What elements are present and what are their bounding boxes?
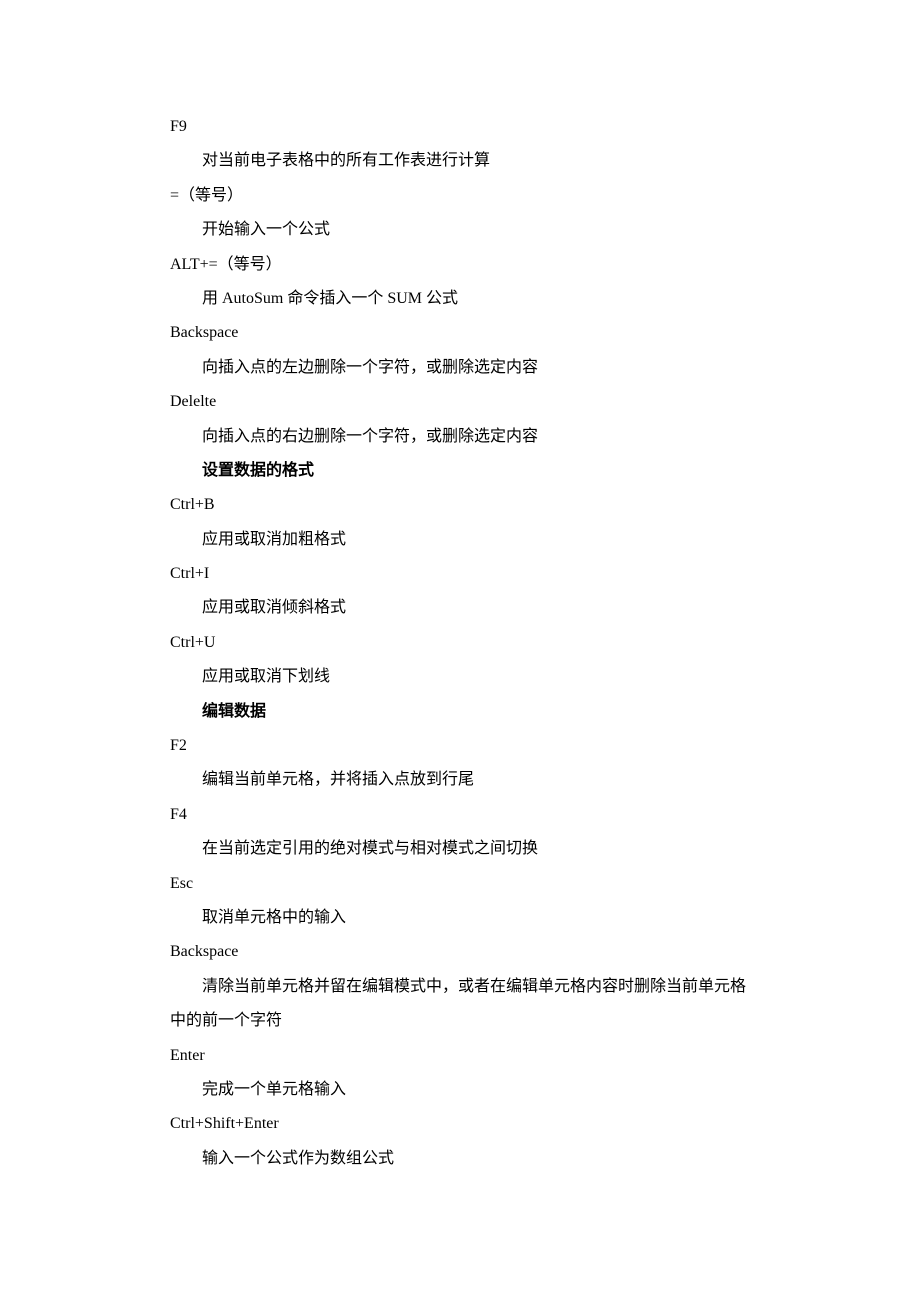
doc-line: 输入一个公式作为数组公式 bbox=[170, 1142, 750, 1176]
doc-line: 应用或取消加粗格式 bbox=[170, 523, 750, 557]
doc-line: F9 bbox=[170, 110, 750, 144]
doc-line: F4 bbox=[170, 798, 750, 832]
doc-line: 向插入点的左边删除一个字符，或删除选定内容 bbox=[170, 351, 750, 385]
doc-line: 向插入点的右边删除一个字符，或删除选定内容 bbox=[170, 420, 750, 454]
doc-line: 完成一个单元格输入 bbox=[170, 1073, 750, 1107]
doc-line: Backspace bbox=[170, 935, 750, 969]
doc-line: Ctrl+Shift+Enter bbox=[170, 1107, 750, 1141]
doc-line: 编辑当前单元格，并将插入点放到行尾 bbox=[170, 763, 750, 797]
doc-line: F2 bbox=[170, 729, 750, 763]
doc-line: 对当前电子表格中的所有工作表进行计算 bbox=[170, 144, 750, 178]
doc-line: 应用或取消倾斜格式 bbox=[170, 591, 750, 625]
doc-line: Ctrl+U bbox=[170, 626, 750, 660]
doc-line: 开始输入一个公式 bbox=[170, 213, 750, 247]
doc-line: =（等号） bbox=[170, 179, 750, 213]
doc-line: 用 AutoSum 命令插入一个 SUM 公式 bbox=[170, 282, 750, 316]
doc-line: 编辑数据 bbox=[170, 695, 750, 729]
doc-line: 取消单元格中的输入 bbox=[170, 901, 750, 935]
doc-line: 设置数据的格式 bbox=[170, 454, 750, 488]
doc-line: 在当前选定引用的绝对模式与相对模式之间切换 bbox=[170, 832, 750, 866]
doc-line: Ctrl+B bbox=[170, 488, 750, 522]
doc-line: Delelte bbox=[170, 385, 750, 419]
doc-line: 清除当前单元格并留在编辑模式中，或者在编辑单元格内容时删除当前单元格中的前一个字… bbox=[170, 970, 750, 1039]
doc-line: Backspace bbox=[170, 316, 750, 350]
doc-line: Enter bbox=[170, 1039, 750, 1073]
doc-line: Ctrl+I bbox=[170, 557, 750, 591]
doc-line: ALT+=（等号） bbox=[170, 248, 750, 282]
doc-line: 应用或取消下划线 bbox=[170, 660, 750, 694]
document-page: F9对当前电子表格中的所有工作表进行计算=（等号）开始输入一个公式ALT+=（等… bbox=[0, 0, 920, 1276]
doc-line: Esc bbox=[170, 867, 750, 901]
